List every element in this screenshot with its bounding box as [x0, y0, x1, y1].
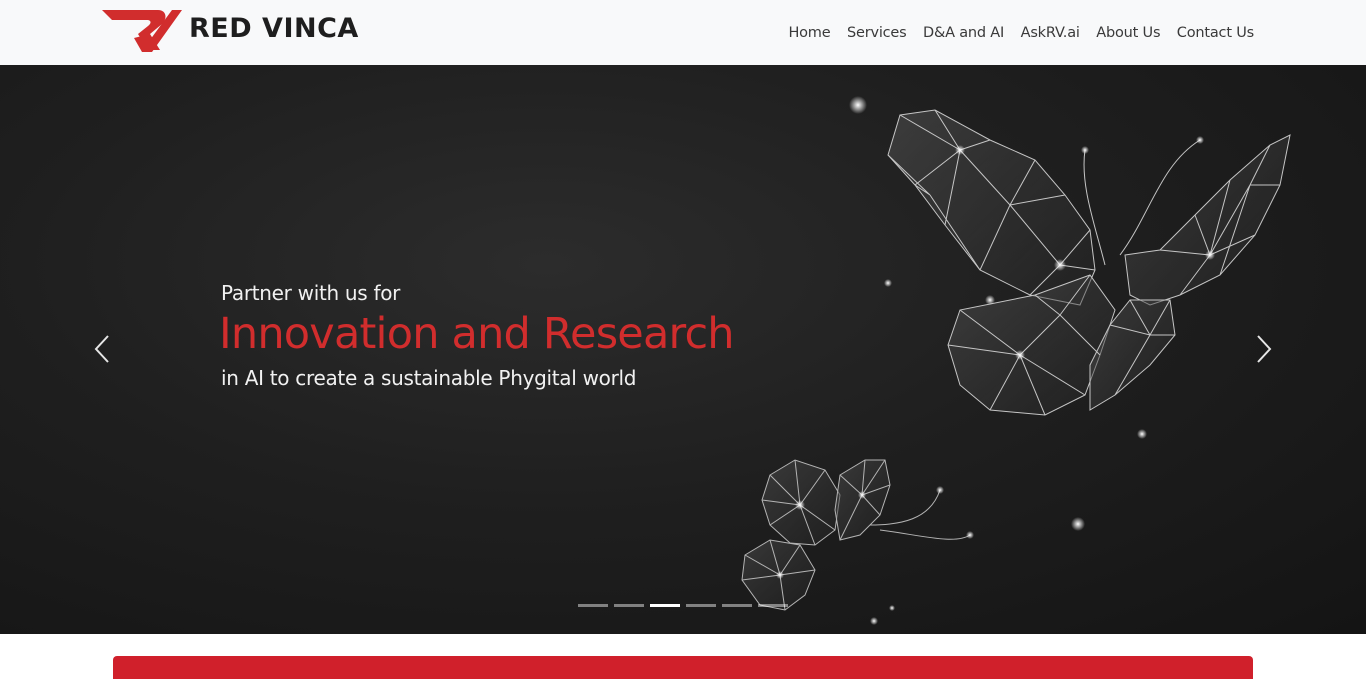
large-butterfly [887, 109, 1291, 416]
chevron-right-icon [1257, 335, 1272, 363]
hero-caption: Partner with us for Innovation and Resea… [219, 281, 735, 391]
nav-da-and-ai[interactable]: D&A and AI [923, 25, 1004, 41]
nav-home[interactable]: Home [788, 25, 830, 41]
hero-intro-text: Partner with us for [221, 281, 401, 305]
small-butterfly [741, 459, 971, 611]
carousel-indicator-2[interactable] [614, 604, 644, 607]
hero-tagline: in AI to create a sustainable Phygital w… [221, 366, 637, 391]
brand-link[interactable]: RED VINCA [100, 8, 359, 54]
hero-carousel: Partner with us for Innovation and Resea… [0, 65, 1366, 634]
hero-headline: Innovation and Research [219, 309, 735, 359]
carousel-indicator-1[interactable] [578, 604, 608, 607]
carousel-indicator-5[interactable] [722, 604, 752, 607]
carousel-indicators [578, 604, 794, 607]
chevron-left-icon [94, 335, 109, 363]
carousel-indicator-3[interactable] [650, 604, 680, 607]
carousel-indicator-4[interactable] [686, 604, 716, 607]
carousel-prev-button[interactable] [82, 327, 122, 371]
brand-name: RED VINCA [189, 12, 359, 44]
nav-askrv-ai[interactable]: AskRV.ai [1021, 25, 1080, 41]
red-vinca-logo-icon [102, 10, 182, 52]
red-section-banner [113, 656, 1253, 679]
navbar: RED VINCA Home Services D&A and AI AskRV… [0, 0, 1366, 65]
nav-about-us[interactable]: About Us [1096, 25, 1160, 41]
nav-services[interactable]: Services [847, 25, 907, 41]
nav-contact-us[interactable]: Contact Us [1177, 25, 1254, 41]
main-nav: Home Services D&A and AI AskRV.ai About … [772, 25, 1254, 41]
carousel-indicator-6[interactable] [758, 604, 788, 607]
carousel-next-button[interactable] [1244, 327, 1284, 371]
